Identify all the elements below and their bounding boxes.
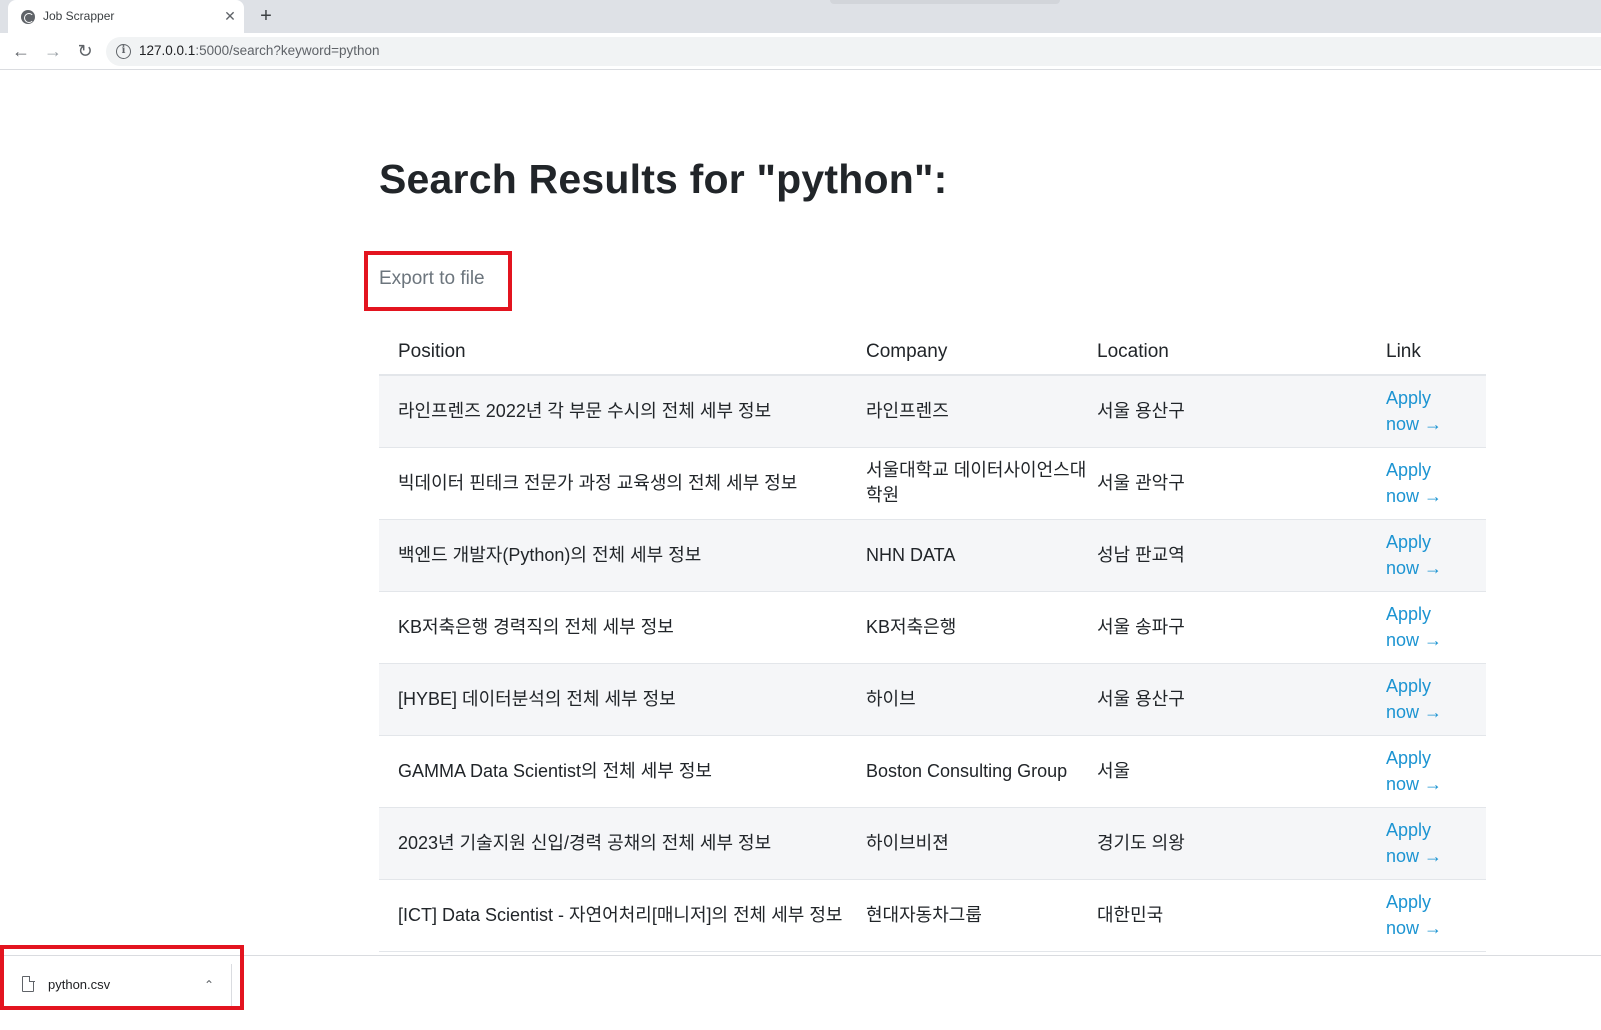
cell-location: 서울 송파구 xyxy=(1097,591,1386,664)
download-file-name[interactable]: python.csv xyxy=(48,977,110,992)
results-table: Position Company Location Link 라인프렌즈 202… xyxy=(379,330,1486,952)
apply-now-link[interactable]: Apply now → xyxy=(1386,385,1448,437)
header-location: Location xyxy=(1097,330,1386,376)
new-tab-button[interactable]: + xyxy=(254,4,278,28)
table-row: KB저축은행 경력직의 전체 세부 정보 KB저축은행 서울 송파구 Apply… xyxy=(379,591,1486,664)
cell-company: 라인프렌즈 xyxy=(866,375,1097,448)
address-bar[interactable]: i 127.0.0.1:5000/search?keyword=python xyxy=(106,37,1601,66)
apply-now-link[interactable]: Apply now → xyxy=(1386,601,1448,653)
cell-location: 대한민국 xyxy=(1097,879,1386,952)
cell-company: KB저축은행 xyxy=(866,591,1097,664)
reload-button[interactable]: ↻ xyxy=(72,38,98,64)
cell-location: 서울 xyxy=(1097,735,1386,808)
close-tab-icon[interactable]: ✕ xyxy=(220,6,240,26)
cell-company: 하이브 xyxy=(866,663,1097,736)
table-row: [ICT] Data Scientist - 자연어처리[매니저]의 전체 세부… xyxy=(379,879,1486,952)
apply-now-link[interactable]: Apply now → xyxy=(1386,889,1448,941)
table-header-row: Position Company Location Link xyxy=(379,330,1486,376)
cell-company: 하이브비젼 xyxy=(866,807,1097,880)
header-company: Company xyxy=(866,330,1097,376)
browser-toolbar: ← → ↻ i 127.0.0.1:5000/search?keyword=py… xyxy=(0,33,1601,70)
cell-company: Boston Consulting Group xyxy=(866,735,1097,808)
apply-now-link[interactable]: Apply now → xyxy=(1386,529,1448,581)
tab-strip-divider xyxy=(830,0,1060,4)
export-to-file-link[interactable]: Export to file xyxy=(379,268,485,290)
site-info-icon[interactable]: i xyxy=(116,44,131,59)
cell-position: 2023년 기술지원 신입/경력 공채의 전체 세부 정보 xyxy=(379,807,866,880)
cell-position: 빅데이터 핀테크 전문가 과정 교육생의 전체 세부 정보 xyxy=(379,447,866,520)
cell-location: 서울 용산구 xyxy=(1097,663,1386,736)
download-item-python-csv[interactable]: python.csv ⌃ xyxy=(8,964,232,1009)
browser-tab-job-scrapper[interactable]: Job Scrapper ✕ xyxy=(8,0,244,33)
chevron-up-icon[interactable]: ⌃ xyxy=(198,974,220,996)
table-row: [HYBE] 데이터분석의 전체 세부 정보 하이브 서울 용산구 Apply … xyxy=(379,663,1486,736)
table-row: 빅데이터 핀테크 전문가 과정 교육생의 전체 세부 정보 서울대학교 데이터사… xyxy=(379,447,1486,520)
cell-position: KB저축은행 경력직의 전체 세부 정보 xyxy=(379,591,866,664)
cell-position: GAMMA Data Scientist의 전체 세부 정보 xyxy=(379,735,866,808)
file-icon xyxy=(22,975,35,992)
tab-title: Job Scrapper xyxy=(43,9,115,23)
back-button[interactable]: ← xyxy=(8,38,34,64)
cell-company: 현대자동차그룹 xyxy=(866,879,1097,952)
cell-location: 경기도 의왕 xyxy=(1097,807,1386,880)
table-row: GAMMA Data Scientist의 전체 세부 정보 Boston Co… xyxy=(379,735,1486,808)
url-text[interactable]: 127.0.0.1:5000/search?keyword=python xyxy=(139,43,380,58)
cell-location: 성남 판교역 xyxy=(1097,519,1386,592)
header-position: Position xyxy=(379,330,866,376)
table-row: 2023년 기술지원 신입/경력 공채의 전체 세부 정보 하이브비젼 경기도 … xyxy=(379,807,1486,880)
cell-position: 라인프렌즈 2022년 각 부문 수시의 전체 세부 정보 xyxy=(379,375,866,448)
apply-now-link[interactable]: Apply now → xyxy=(1386,673,1448,725)
cell-position: 백엔드 개발자(Python)의 전체 세부 정보 xyxy=(379,519,866,592)
forward-button[interactable]: → xyxy=(40,38,66,64)
cell-location: 서울 관악구 xyxy=(1097,447,1386,520)
apply-now-link[interactable]: Apply now → xyxy=(1386,817,1448,869)
header-link: Link xyxy=(1386,330,1486,376)
page-title: Search Results for "python": xyxy=(379,156,948,202)
url-host: 127.0.0.1 xyxy=(139,43,196,58)
table-row: 백엔드 개발자(Python)의 전체 세부 정보 NHN DATA 성남 판교… xyxy=(379,519,1486,592)
apply-now-link[interactable]: Apply now → xyxy=(1386,745,1448,797)
cell-company: 서울대학교 데이터사이언스대학원 xyxy=(866,447,1097,520)
cell-position: [ICT] Data Scientist - 자연어처리[매니저]의 전체 세부… xyxy=(379,879,866,952)
globe-icon xyxy=(21,10,35,24)
cell-location: 서울 용산구 xyxy=(1097,375,1386,448)
tab-strip: Job Scrapper ✕ + xyxy=(0,0,1601,33)
url-path: :5000/search?keyword=python xyxy=(195,43,380,58)
download-bar: python.csv ⌃ xyxy=(0,955,1601,1030)
apply-now-link[interactable]: Apply now → xyxy=(1386,457,1448,509)
cell-position: [HYBE] 데이터분석의 전체 세부 정보 xyxy=(379,663,866,736)
cell-company: NHN DATA xyxy=(866,519,1097,592)
table-row: 라인프렌즈 2022년 각 부문 수시의 전체 세부 정보 라인프렌즈 서울 용… xyxy=(379,375,1486,448)
